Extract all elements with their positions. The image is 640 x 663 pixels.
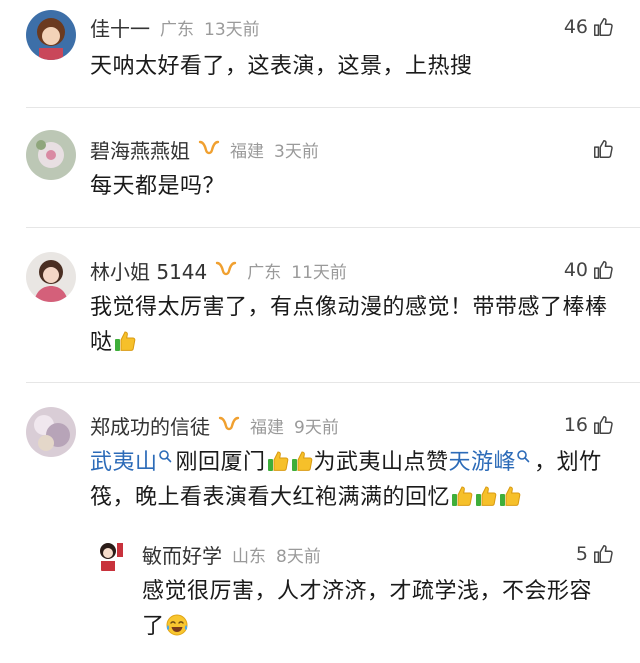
timestamp: 13天前 <box>204 19 260 40</box>
thumbs-up-icon <box>594 261 613 279</box>
thumbs-up-icon <box>594 416 613 434</box>
user-name[interactable]: 林小姐 5144 <box>90 256 207 285</box>
location: 山东 <box>232 546 266 567</box>
avatar[interactable] <box>26 407 76 457</box>
like-count: 5 <box>575 543 588 565</box>
like-button[interactable]: 40 <box>564 253 614 287</box>
topic-link[interactable]: 武夷山 <box>90 450 158 475</box>
comment-text: 武夷山 刚回厦门 为武夷山点赞天游峰 ，划竹筏，晚上看表演看大红袍满满的回忆 <box>90 449 602 510</box>
vip-badge-icon <box>218 416 240 431</box>
thumbs-up-emoji <box>498 484 522 508</box>
avatar[interactable] <box>26 10 76 60</box>
search-icon <box>158 450 171 463</box>
user-name[interactable]: 敏而好学 <box>142 540 222 569</box>
comment-text: 天呐太好看了，这表演，这景，上热搜 <box>90 54 473 79</box>
like-count: 40 <box>563 259 588 281</box>
comment-text: 我觉得太厉害了，有点像动漫的感觉！带带感了棒棒哒 <box>90 295 608 355</box>
divider <box>26 227 640 228</box>
thumbs-up-emoji <box>113 329 137 353</box>
avatar[interactable] <box>26 252 76 302</box>
thumbs-up-emoji <box>290 449 314 473</box>
avatar[interactable] <box>92 537 128 573</box>
timestamp: 9天前 <box>294 417 339 438</box>
like-button[interactable]: 46 <box>564 10 614 44</box>
thumbs-up-icon <box>594 18 613 36</box>
like-button[interactable] <box>588 132 614 166</box>
reply-text: 感觉很厉害，人才济济，才疏学浅，不会形容了 <box>142 579 593 639</box>
timestamp: 3天前 <box>274 141 319 162</box>
like-button[interactable]: 16 <box>564 408 614 442</box>
search-icon <box>517 450 530 463</box>
location: 福建 <box>250 417 284 438</box>
timestamp: 11天前 <box>291 262 347 283</box>
thumbs-up-icon <box>594 545 613 563</box>
divider <box>26 107 640 108</box>
user-name[interactable]: 郑成功的信徒 <box>90 411 210 440</box>
thumbs-up-icon <box>594 140 613 158</box>
avatar[interactable] <box>26 130 76 180</box>
vip-badge-icon <box>216 261 237 276</box>
location: 广东 <box>247 262 282 283</box>
location: 福建 <box>230 141 264 162</box>
thumbs-up-emoji <box>266 449 290 473</box>
location: 广东 <box>160 19 194 40</box>
divider <box>26 382 640 383</box>
comment-text: 每天都是吗？ <box>90 174 226 199</box>
user-name[interactable]: 佳十一 <box>90 13 150 42</box>
like-count: 46 <box>563 16 588 38</box>
topic-link[interactable]: 天游峰 <box>449 450 517 475</box>
like-count: 16 <box>563 414 588 436</box>
user-name[interactable]: 碧海燕燕姐 <box>90 135 190 164</box>
vip-badge-icon <box>198 140 220 155</box>
tears-of-joy-emoji <box>165 613 189 637</box>
timestamp: 8天前 <box>276 546 321 567</box>
like-button[interactable]: 5 <box>576 537 614 571</box>
thumbs-up-emoji <box>474 484 498 508</box>
thumbs-up-emoji <box>450 484 474 508</box>
